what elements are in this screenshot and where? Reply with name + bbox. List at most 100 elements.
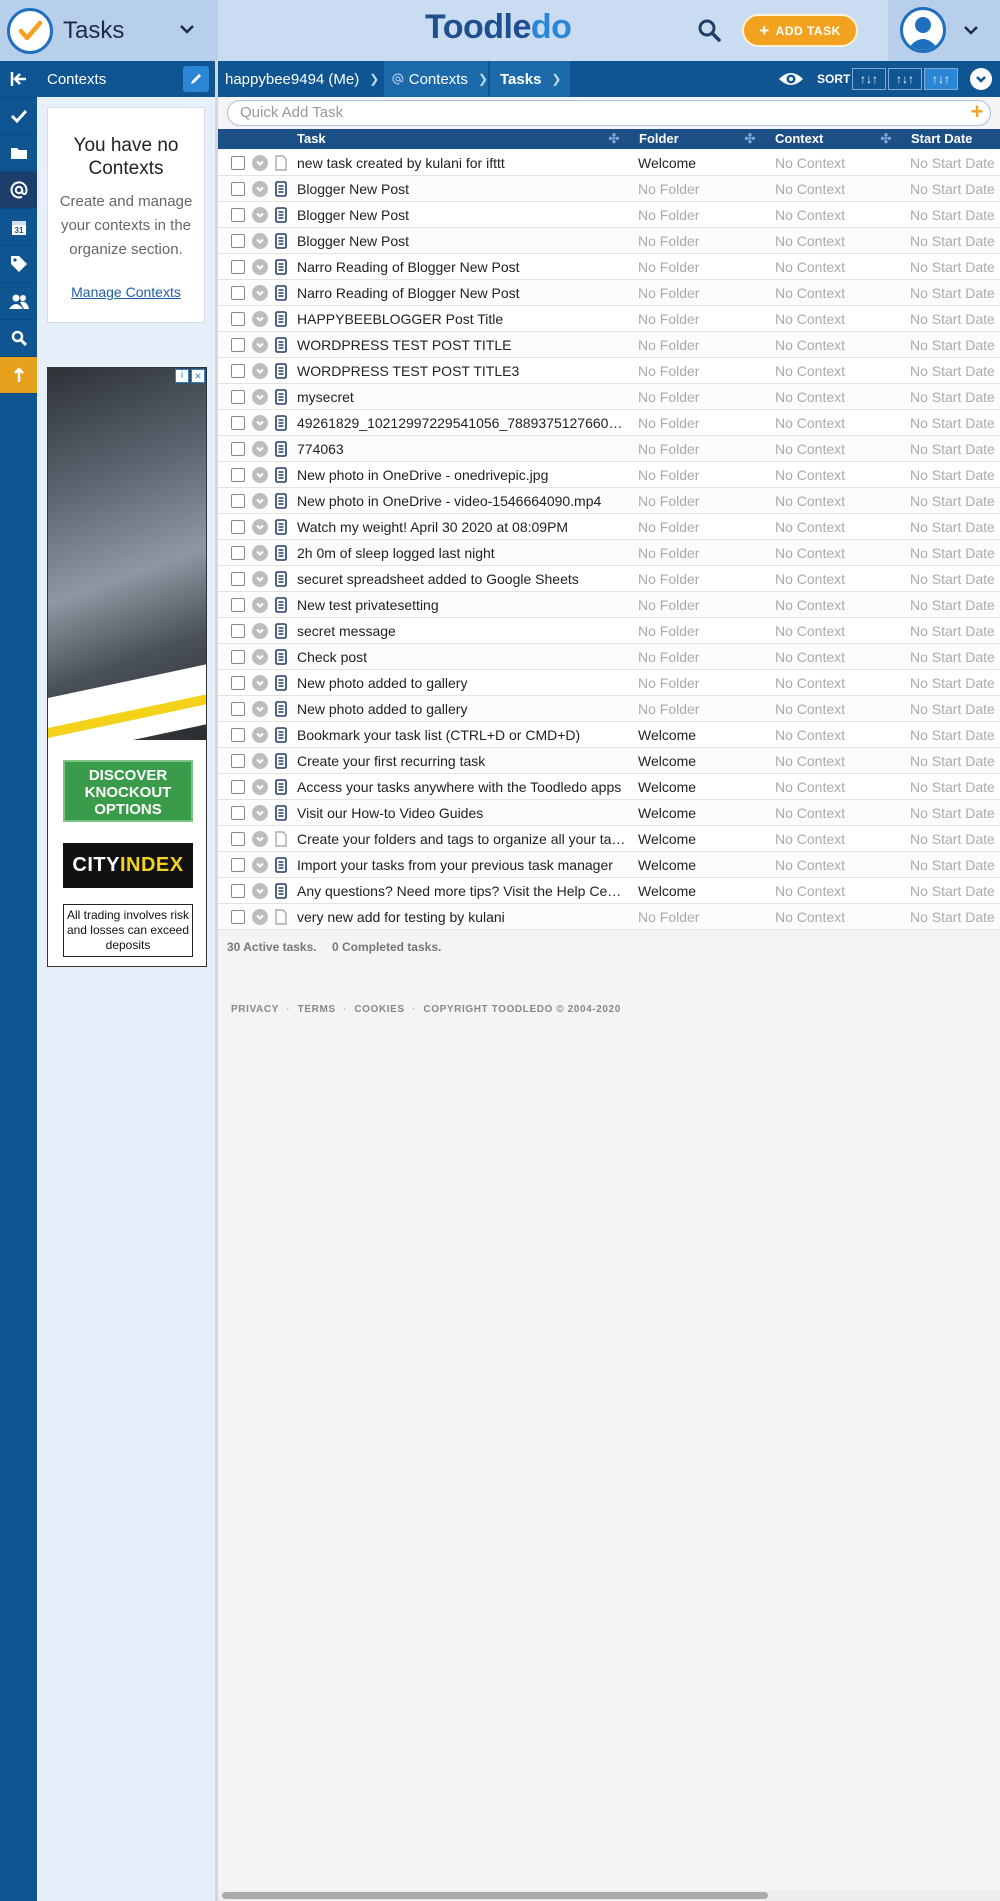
expand-subtasks-icon[interactable] — [252, 805, 268, 821]
task-title[interactable]: Blogger New Post — [297, 202, 651, 228]
task-checkbox[interactable] — [231, 858, 245, 872]
task-checkbox[interactable] — [231, 546, 245, 560]
task-checkbox[interactable] — [231, 598, 245, 612]
note-icon[interactable] — [275, 519, 287, 535]
task-title[interactable]: new task created by kulani for ifttt — [297, 150, 651, 176]
task-context[interactable]: No Context — [775, 670, 903, 696]
task-start-date[interactable]: No Start Date — [910, 176, 1000, 202]
task-start-date[interactable]: No Start Date — [910, 202, 1000, 228]
note-icon[interactable] — [275, 259, 287, 275]
task-checkbox[interactable] — [231, 416, 245, 430]
task-start-date[interactable]: No Start Date — [910, 540, 1000, 566]
task-title[interactable]: Any questions? Need more tips? Visit the… — [297, 878, 651, 904]
column-header-task[interactable]: Task — [297, 129, 326, 149]
task-title[interactable]: Create your folders and tags to organize… — [297, 826, 651, 852]
task-context[interactable]: No Context — [775, 150, 903, 176]
expand-subtasks-icon[interactable] — [252, 545, 268, 561]
table-row[interactable]: WORDPRESS TEST POST TITLE3 No Folder No Co… — [218, 358, 1000, 384]
task-folder[interactable]: Welcome — [638, 852, 766, 878]
note-icon[interactable] — [275, 753, 287, 769]
table-row[interactable]: Visit our How-to Video Guides Welcome No C… — [218, 800, 1000, 826]
task-title[interactable]: WORDPRESS TEST POST TITLE3 — [297, 358, 651, 384]
note-icon[interactable] — [275, 181, 287, 197]
task-title[interactable]: Check post — [297, 644, 651, 670]
table-row[interactable]: Any questions? Need more tips? Visit the… — [218, 878, 1000, 904]
task-folder[interactable]: Welcome — [638, 748, 766, 774]
table-row[interactable]: secret message No Folder No Context No Star… — [218, 618, 1000, 644]
quick-add-input[interactable]: Quick Add Task — [227, 100, 991, 126]
task-start-date[interactable]: No Start Date — [910, 254, 1000, 280]
task-start-date[interactable]: No Start Date — [910, 410, 1000, 436]
task-start-date[interactable]: No Start Date — [910, 358, 1000, 384]
expand-subtasks-icon[interactable] — [252, 311, 268, 327]
task-folder[interactable]: No Folder — [638, 514, 766, 540]
empty-note-icon[interactable] — [275, 155, 287, 171]
task-checkbox[interactable] — [231, 572, 245, 586]
note-icon[interactable] — [275, 311, 287, 327]
task-start-date[interactable]: No Start Date — [910, 462, 1000, 488]
task-start-date[interactable]: No Start Date — [910, 696, 1000, 722]
task-folder[interactable]: Welcome — [638, 150, 766, 176]
avatar[interactable] — [900, 7, 946, 53]
task-checkbox[interactable] — [231, 650, 245, 664]
note-icon[interactable] — [275, 233, 287, 249]
note-icon[interactable] — [275, 727, 287, 743]
table-row[interactable]: mysecret No Folder No Context No Start Date — [218, 384, 1000, 410]
task-context[interactable]: No Context — [775, 436, 903, 462]
nav-folders[interactable] — [0, 135, 37, 172]
task-title[interactable]: mysecret — [297, 384, 651, 410]
table-row[interactable]: Watch my weight! April 30 2020 at 08:09P… — [218, 514, 1000, 540]
chevron-down-icon[interactable] — [178, 20, 196, 38]
advertisement[interactable]: i × DISCOVER KNOCKOUT OPTIONS CITYINDEX … — [47, 367, 207, 967]
table-row[interactable]: HAPPYBEEBLOGGER Post Title No Folder No Co… — [218, 306, 1000, 332]
task-context[interactable]: No Context — [775, 774, 903, 800]
task-title[interactable]: Blogger New Post — [297, 228, 651, 254]
task-checkbox[interactable] — [231, 884, 245, 898]
sort-button-2[interactable]: ↑↓↑ — [888, 68, 922, 90]
move-column-icon[interactable]: ✣ — [879, 132, 893, 146]
breadcrumb-contexts[interactable]: Contexts ❯ — [384, 61, 488, 97]
task-checkbox[interactable] — [231, 468, 245, 482]
task-checkbox[interactable] — [231, 520, 245, 534]
cookies-link[interactable]: COOKIES — [354, 1004, 404, 1015]
task-start-date[interactable]: No Start Date — [910, 722, 1000, 748]
task-checkbox[interactable] — [231, 156, 245, 170]
table-row[interactable]: 2h 0m of sleep logged last night No Folde… — [218, 540, 1000, 566]
expand-subtasks-icon[interactable] — [252, 727, 268, 743]
expand-subtasks-icon[interactable] — [252, 415, 268, 431]
nav-search[interactable] — [0, 320, 37, 357]
table-row[interactable]: new task created by kulani for ifttt Welc… — [218, 150, 1000, 176]
task-folder[interactable]: Welcome — [638, 878, 766, 904]
breadcrumb-tasks[interactable]: Tasks ❯ — [490, 61, 570, 97]
expand-subtasks-icon[interactable] — [252, 649, 268, 665]
note-icon[interactable] — [275, 623, 287, 639]
task-title[interactable]: 2h 0m of sleep logged last night — [297, 540, 651, 566]
expand-subtasks-icon[interactable] — [252, 441, 268, 457]
task-title[interactable]: Visit our How-to Video Guides — [297, 800, 651, 826]
task-checkbox[interactable] — [231, 260, 245, 274]
task-context[interactable]: No Context — [775, 800, 903, 826]
task-checkbox[interactable] — [231, 780, 245, 794]
task-folder[interactable]: No Folder — [638, 618, 766, 644]
add-task-button[interactable]: + ADD TASK — [742, 14, 858, 47]
expand-subtasks-icon[interactable] — [252, 467, 268, 483]
task-title[interactable]: very new add for testing by kulani — [297, 904, 651, 930]
ad-cta-button[interactable]: DISCOVER KNOCKOUT OPTIONS — [63, 760, 193, 822]
task-checkbox[interactable] — [231, 182, 245, 196]
task-checkbox[interactable] — [231, 728, 245, 742]
chevron-down-icon[interactable] — [961, 20, 981, 40]
task-context[interactable]: No Context — [775, 592, 903, 618]
task-title[interactable]: New photo in OneDrive - onedrivepic.jpg — [297, 462, 651, 488]
task-context[interactable]: No Context — [775, 514, 903, 540]
note-icon[interactable] — [275, 779, 287, 795]
eye-icon[interactable] — [778, 68, 804, 90]
task-checkbox[interactable] — [231, 676, 245, 690]
task-start-date[interactable]: No Start Date — [910, 280, 1000, 306]
expand-subtasks-icon[interactable] — [252, 909, 268, 925]
expand-subtasks-icon[interactable] — [252, 571, 268, 587]
task-context[interactable]: No Context — [775, 722, 903, 748]
task-start-date[interactable]: No Start Date — [910, 332, 1000, 358]
nav-upgrade[interactable] — [0, 357, 37, 394]
task-folder[interactable]: No Folder — [638, 904, 766, 930]
task-context[interactable]: No Context — [775, 332, 903, 358]
